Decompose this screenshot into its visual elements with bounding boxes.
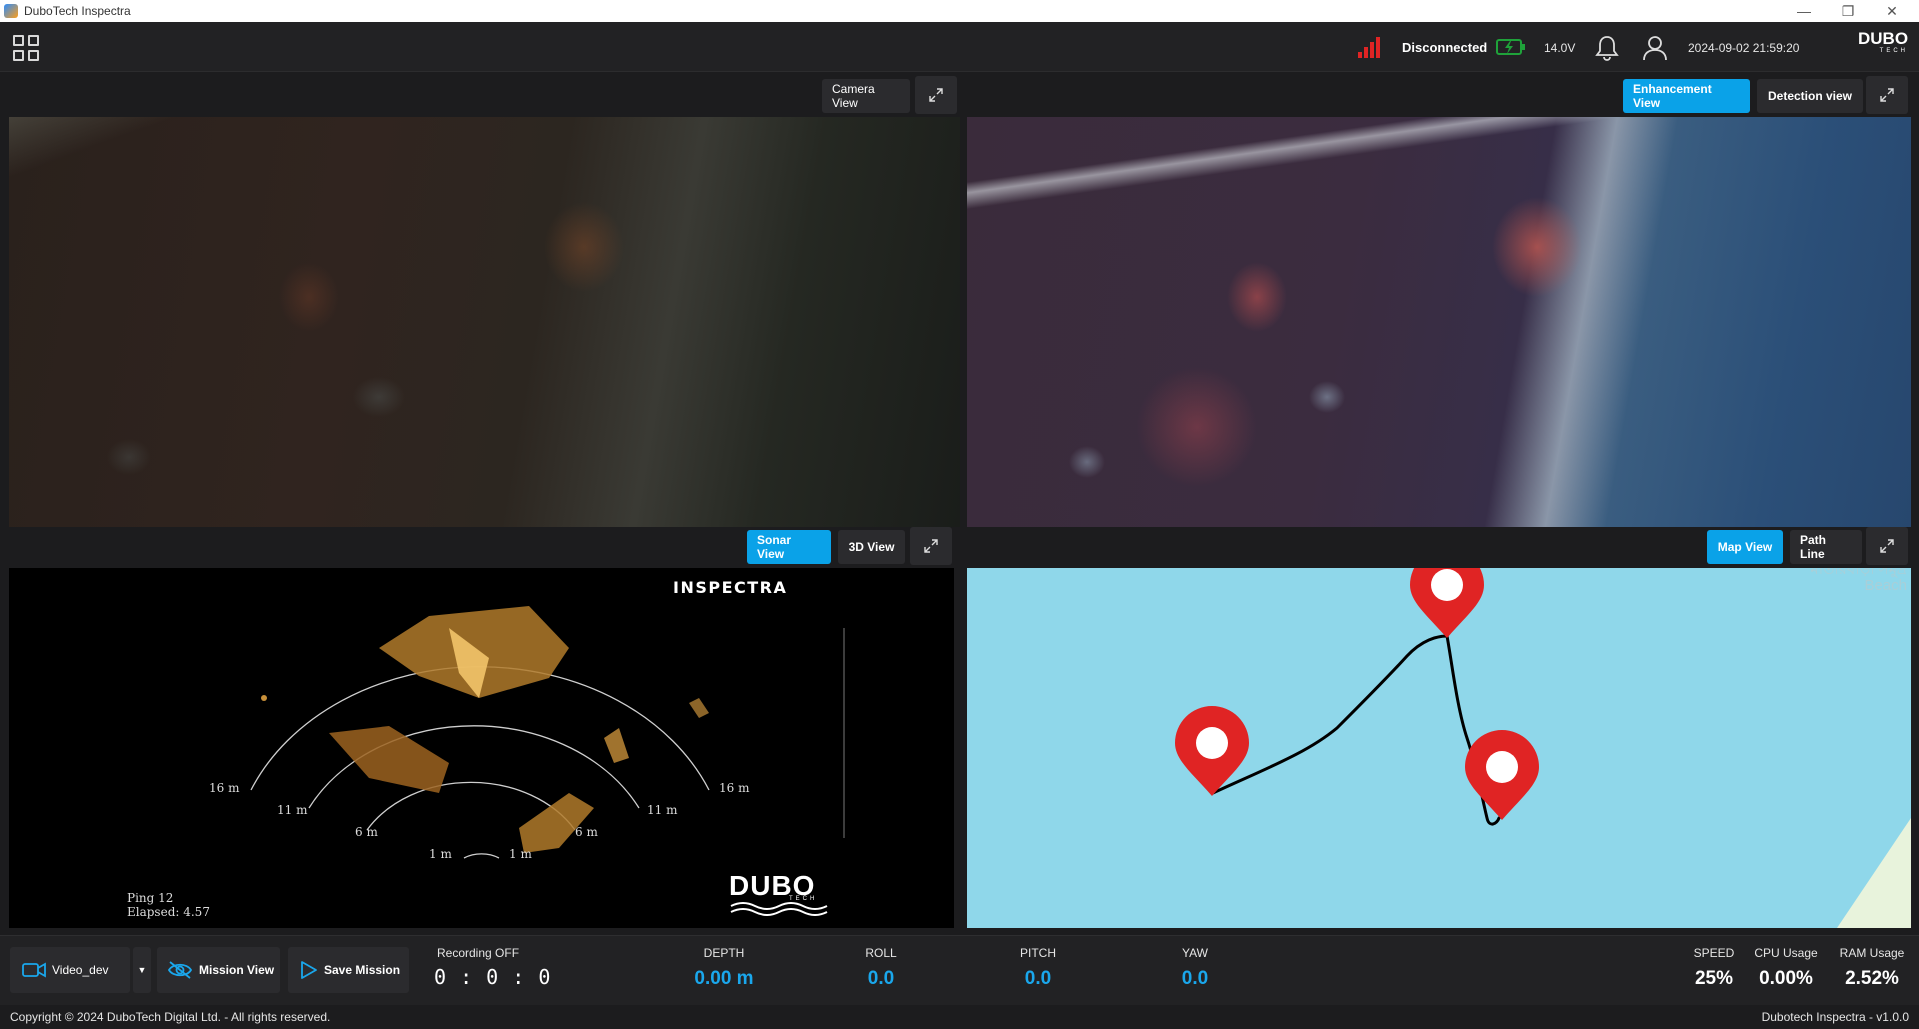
yaw-readout: YAW 0.0 [1181, 946, 1209, 989]
play-icon [301, 961, 317, 979]
caret-down-icon: ▼ [137, 965, 147, 975]
mission-control-bar: Video_dev ▼ Mission View Save Mission Re… [0, 935, 1919, 1005]
camera-feed [9, 117, 960, 527]
ring-label: 1 m [429, 847, 452, 861]
video-source-label: Video_dev [52, 963, 109, 977]
waypoint-marker-icon[interactable] [1410, 568, 1484, 638]
tab-detection-view[interactable]: Detection view [1757, 79, 1863, 113]
battery-charging-icon [1496, 39, 1525, 55]
sonar-fullscreen-button[interactable] [910, 527, 952, 565]
camera-fullscreen-button[interactable] [915, 76, 957, 114]
save-mission-button[interactable]: Save Mission [288, 947, 409, 993]
waypoint-marker-icon[interactable] [1465, 730, 1539, 820]
speed-readout: SPEED 25% [1693, 946, 1735, 989]
enhanced-camera-feed [967, 117, 1911, 527]
ram-usage-readout: RAM Usage 2.52% [1839, 946, 1905, 989]
inspectra-watermark: INSPECTRA [673, 578, 788, 597]
tab-sonar-view[interactable]: Sonar View [747, 530, 831, 564]
sonar-returns [261, 606, 709, 853]
logo-waves [730, 902, 828, 916]
expand-icon [924, 539, 938, 553]
tab-path-line[interactable]: Path Line [1790, 530, 1862, 564]
signal-strength-icon [1358, 36, 1380, 58]
ring-label: 11 m [647, 803, 678, 817]
ring-label: 1 m [509, 847, 532, 861]
voltage-readout: 14.0V [1544, 41, 1576, 55]
minimize-icon[interactable]: — [1782, 0, 1826, 22]
ring-label: 6 m [575, 825, 598, 839]
tab-map-view[interactable]: Map View [1707, 530, 1783, 564]
connection-status: Disconnected [1402, 40, 1488, 55]
tab-3d-view[interactable]: 3D View [838, 530, 905, 564]
system-datetime: 2024-09-02 21:59:20 [1688, 41, 1800, 55]
eye-off-icon [167, 961, 193, 979]
elapsed-time: Elapsed: 4.57 [127, 905, 210, 919]
ping-count: Ping 12 [127, 891, 174, 905]
expand-icon [1880, 88, 1894, 102]
app-icon [4, 4, 18, 18]
window-title: DuboTech Inspectra [24, 4, 131, 18]
sonar-ring-1m [463, 853, 500, 859]
tab-camera-view[interactable]: Camera View [822, 79, 910, 113]
recording-status: Recording OFF [437, 946, 520, 960]
video-source-button[interactable]: Video_dev [10, 947, 130, 993]
window-titlebar: DuboTech Inspectra — ❐ ✕ [0, 0, 1919, 22]
mission-view-label: Mission View [199, 963, 275, 977]
map-display: মাতারবাড়ী সমুদ্র Beach [967, 568, 1911, 928]
recording-timer: 0 : 0 : 0 [434, 965, 552, 989]
dubotech-sonar-logo: DUBO TECH [729, 872, 829, 918]
land-area [1837, 818, 1911, 928]
pitch-readout: PITCH 0.0 [1020, 946, 1056, 989]
notification-bell-icon[interactable] [1594, 34, 1620, 62]
close-icon[interactable]: ✕ [1870, 0, 1914, 22]
cpu-usage-readout: CPU Usage 0.00% [1754, 946, 1818, 989]
user-profile-icon[interactable] [1642, 34, 1668, 62]
copyright-text: Copyright © 2024 DuboTech Digital Ltd. -… [10, 1010, 331, 1024]
ring-label: 6 m [355, 825, 378, 839]
ring-label: 16 m [719, 781, 750, 795]
restore-icon[interactable]: ❐ [1826, 0, 1870, 22]
tab-enhancement-view[interactable]: Enhancement View [1623, 79, 1750, 113]
expand-icon [929, 88, 943, 102]
enhanced-fullscreen-button[interactable] [1866, 76, 1908, 114]
depth-readout: DEPTH 0.00 m [694, 946, 754, 989]
top-app-bar: Disconnected 14.0V 2024-09-02 21:59:20 D… [0, 22, 1919, 72]
expand-icon [1880, 539, 1894, 553]
status-footer: Copyright © 2024 DuboTech Digital Ltd. -… [0, 1005, 1919, 1029]
map-fullscreen-button[interactable] [1866, 527, 1908, 565]
mission-view-button[interactable]: Mission View [157, 947, 280, 993]
sonar-ping-info: Ping 12 Elapsed: 4.57 [127, 891, 210, 919]
app-version: Dubotech Inspectra - v1.0.0 [1761, 1010, 1909, 1024]
apps-grid-icon[interactable] [13, 35, 39, 61]
mission-path-map [1175, 568, 1911, 928]
save-mission-label: Save Mission [324, 963, 401, 977]
ring-label: 11 m [277, 803, 308, 817]
dubotech-logo: DUBO TECH [1858, 29, 1909, 55]
video-camera-icon [22, 962, 46, 978]
ring-label: 16 m [209, 781, 240, 795]
mission-path-line [1211, 634, 1501, 826]
video-source-dropdown[interactable]: ▼ [133, 947, 151, 993]
roll-readout: ROLL 0.0 [865, 946, 897, 989]
sonar-display: INSPECTRA 16 m 11 m 6 m 1 m 1 m 6 m 11 m… [9, 568, 954, 928]
